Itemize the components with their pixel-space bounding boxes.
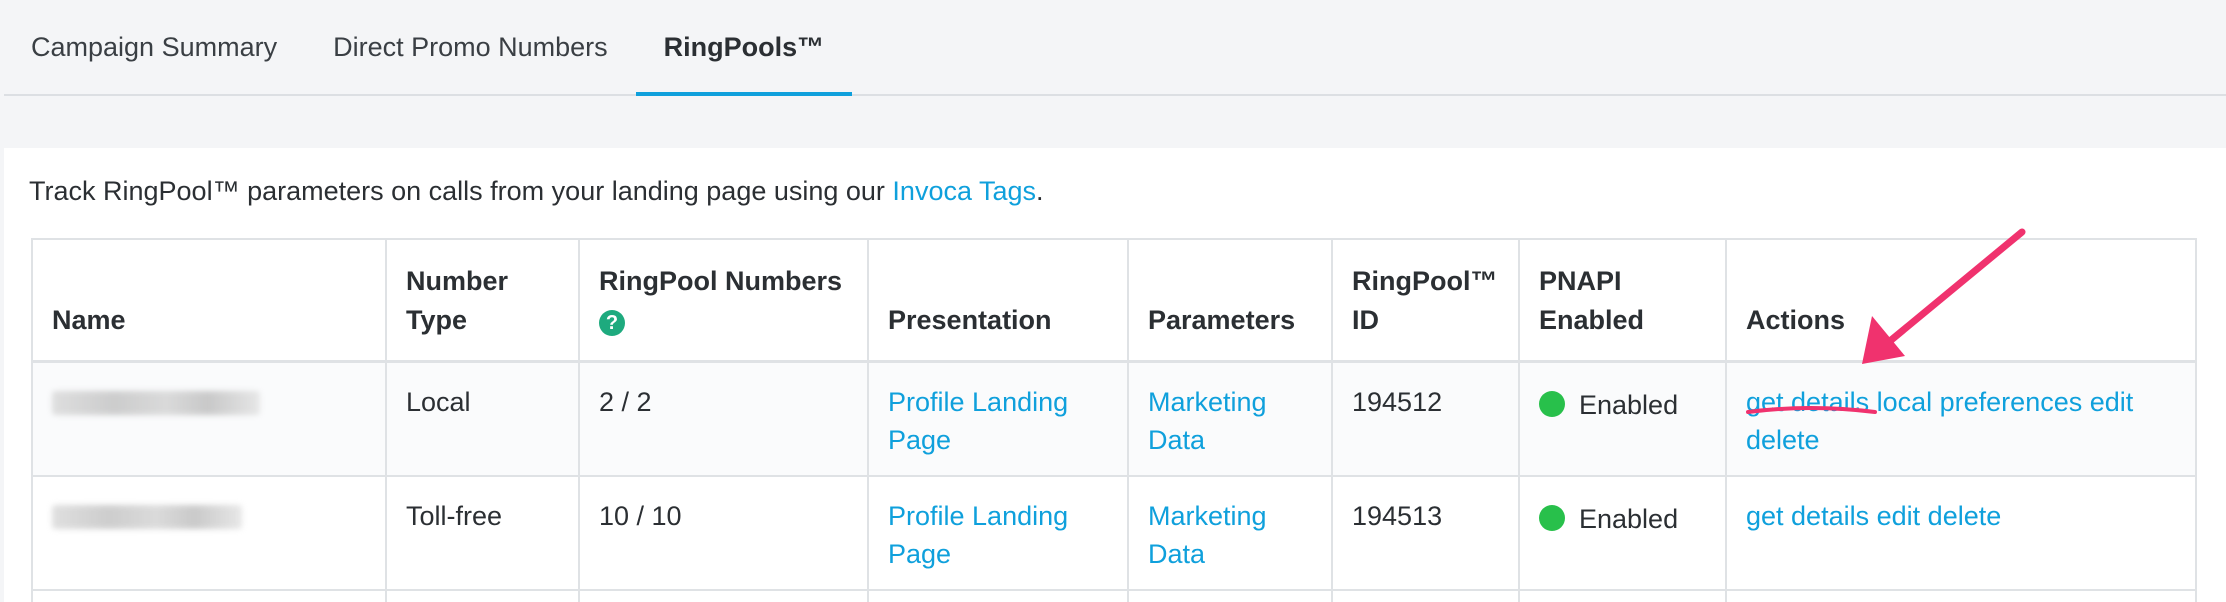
header-actions-label: Actions (1746, 305, 1846, 335)
cell-empty (867, 588, 1129, 602)
delete-link[interactable]: delete (1928, 501, 2002, 531)
tab-direct-promo-numbers[interactable]: Direct Promo Numbers (305, 0, 636, 94)
cell-presentation: Profile Landing Page (867, 360, 1129, 477)
tab-ringpools[interactable]: RingPools™ (635, 0, 853, 96)
tab-bar: Campaign Summary Direct Promo Numbers Ri… (4, 0, 2226, 96)
cell-pnapi: Enabled (1518, 474, 1727, 591)
help-icon[interactable]: ? (599, 310, 625, 336)
intro-text-before: Track RingPool™ parameters on calls from… (29, 176, 893, 206)
header-pnapi-enabled[interactable]: PNAPI Enabled (1518, 238, 1727, 363)
cell-ringpool-numbers: 2 / 2 (578, 360, 869, 477)
cell-ringpool-id: 194513 (1331, 474, 1520, 591)
invoca-tags-link[interactable]: Invoca Tags (892, 176, 1036, 206)
redacted-name (52, 391, 260, 415)
header-number-type[interactable]: Number Type (385, 238, 580, 363)
intro-text-after: . (1036, 176, 1044, 206)
header-name-label: Name (52, 305, 126, 335)
header-pnapi-enabled-label: PNAPI Enabled (1539, 266, 1645, 335)
local-preferences-link[interactable]: local preferences (1877, 387, 2083, 417)
cell-presentation: Profile Landing Page (867, 474, 1129, 591)
redacted-name (52, 504, 242, 529)
cell-empty (385, 588, 580, 602)
table-header-row: Name Number Type RingPool Numbers ? Pres… (31, 238, 2197, 363)
header-name[interactable]: Name (31, 238, 387, 363)
cell-name (31, 474, 387, 591)
header-ringpool-numbers-label: RingPool Numbers (599, 266, 843, 296)
cell-empty (31, 588, 387, 602)
cell-ringpool-numbers: 10 / 10 (578, 474, 869, 591)
header-ringpool-id-label: RingPool™ ID (1352, 266, 1498, 335)
cell-pnapi: Enabled (1518, 360, 1727, 477)
table-row: Toll-free 10 / 10 Profile Landing Page M… (31, 474, 2197, 591)
ringpools-table: Name Number Type RingPool Numbers ? Pres… (31, 238, 2197, 602)
header-number-type-label: Number Type (406, 266, 509, 335)
header-actions: Actions (1725, 238, 2197, 363)
page: Campaign Summary Direct Promo Numbers Ri… (0, 0, 2226, 602)
cell-parameters: Marketing Data (1127, 474, 1333, 591)
presentation-link[interactable]: Profile Landing Page (888, 501, 1068, 569)
cell-empty (1331, 588, 1520, 602)
edit-link[interactable]: edit (1877, 501, 1921, 531)
header-parameters-label: Parameters (1148, 305, 1296, 335)
status-dot-icon (1539, 504, 1565, 531)
get-details-link[interactable]: get details (1746, 501, 1869, 531)
cell-name (31, 360, 387, 477)
cell-empty (1518, 588, 1727, 602)
status-dot-icon (1539, 391, 1565, 417)
get-details-link[interactable]: get details (1746, 387, 1869, 417)
tab-campaign-summary[interactable]: Campaign Summary (4, 0, 305, 94)
cell-empty (578, 588, 869, 602)
pnapi-status: Enabled (1579, 390, 1679, 420)
table-row (31, 588, 2197, 602)
intro-text: Track RingPool™ parameters on calls from… (29, 176, 1044, 207)
cell-actions: get details edit delete (1725, 474, 2197, 591)
header-parameters[interactable]: Parameters (1127, 238, 1333, 363)
header-ringpool-numbers: RingPool Numbers ? (578, 238, 869, 363)
edit-link[interactable]: edit (2090, 387, 2134, 417)
header-presentation-label: Presentation (888, 305, 1052, 335)
cell-empty (1725, 588, 2197, 602)
header-presentation[interactable]: Presentation (867, 238, 1129, 363)
cell-ringpool-id: 194512 (1331, 360, 1520, 477)
cell-number-type: Toll-free (385, 474, 580, 591)
delete-link[interactable]: delete (1746, 425, 1820, 455)
header-ringpool-id[interactable]: RingPool™ ID (1331, 238, 1520, 363)
cell-actions: get details local preferences edit delet… (1725, 360, 2197, 477)
cell-parameters: Marketing Data (1127, 360, 1333, 477)
cell-number-type: Local (385, 360, 580, 477)
parameters-link[interactable]: Marketing Data (1148, 387, 1267, 455)
cell-empty (1127, 588, 1333, 602)
table-row: Local 2 / 2 Profile Landing Page Marketi… (31, 360, 2197, 477)
presentation-link[interactable]: Profile Landing Page (888, 387, 1068, 455)
ringpools-card: Track RingPool™ parameters on calls from… (4, 148, 2226, 602)
parameters-link[interactable]: Marketing Data (1148, 501, 1267, 569)
pnapi-status: Enabled (1579, 503, 1679, 534)
